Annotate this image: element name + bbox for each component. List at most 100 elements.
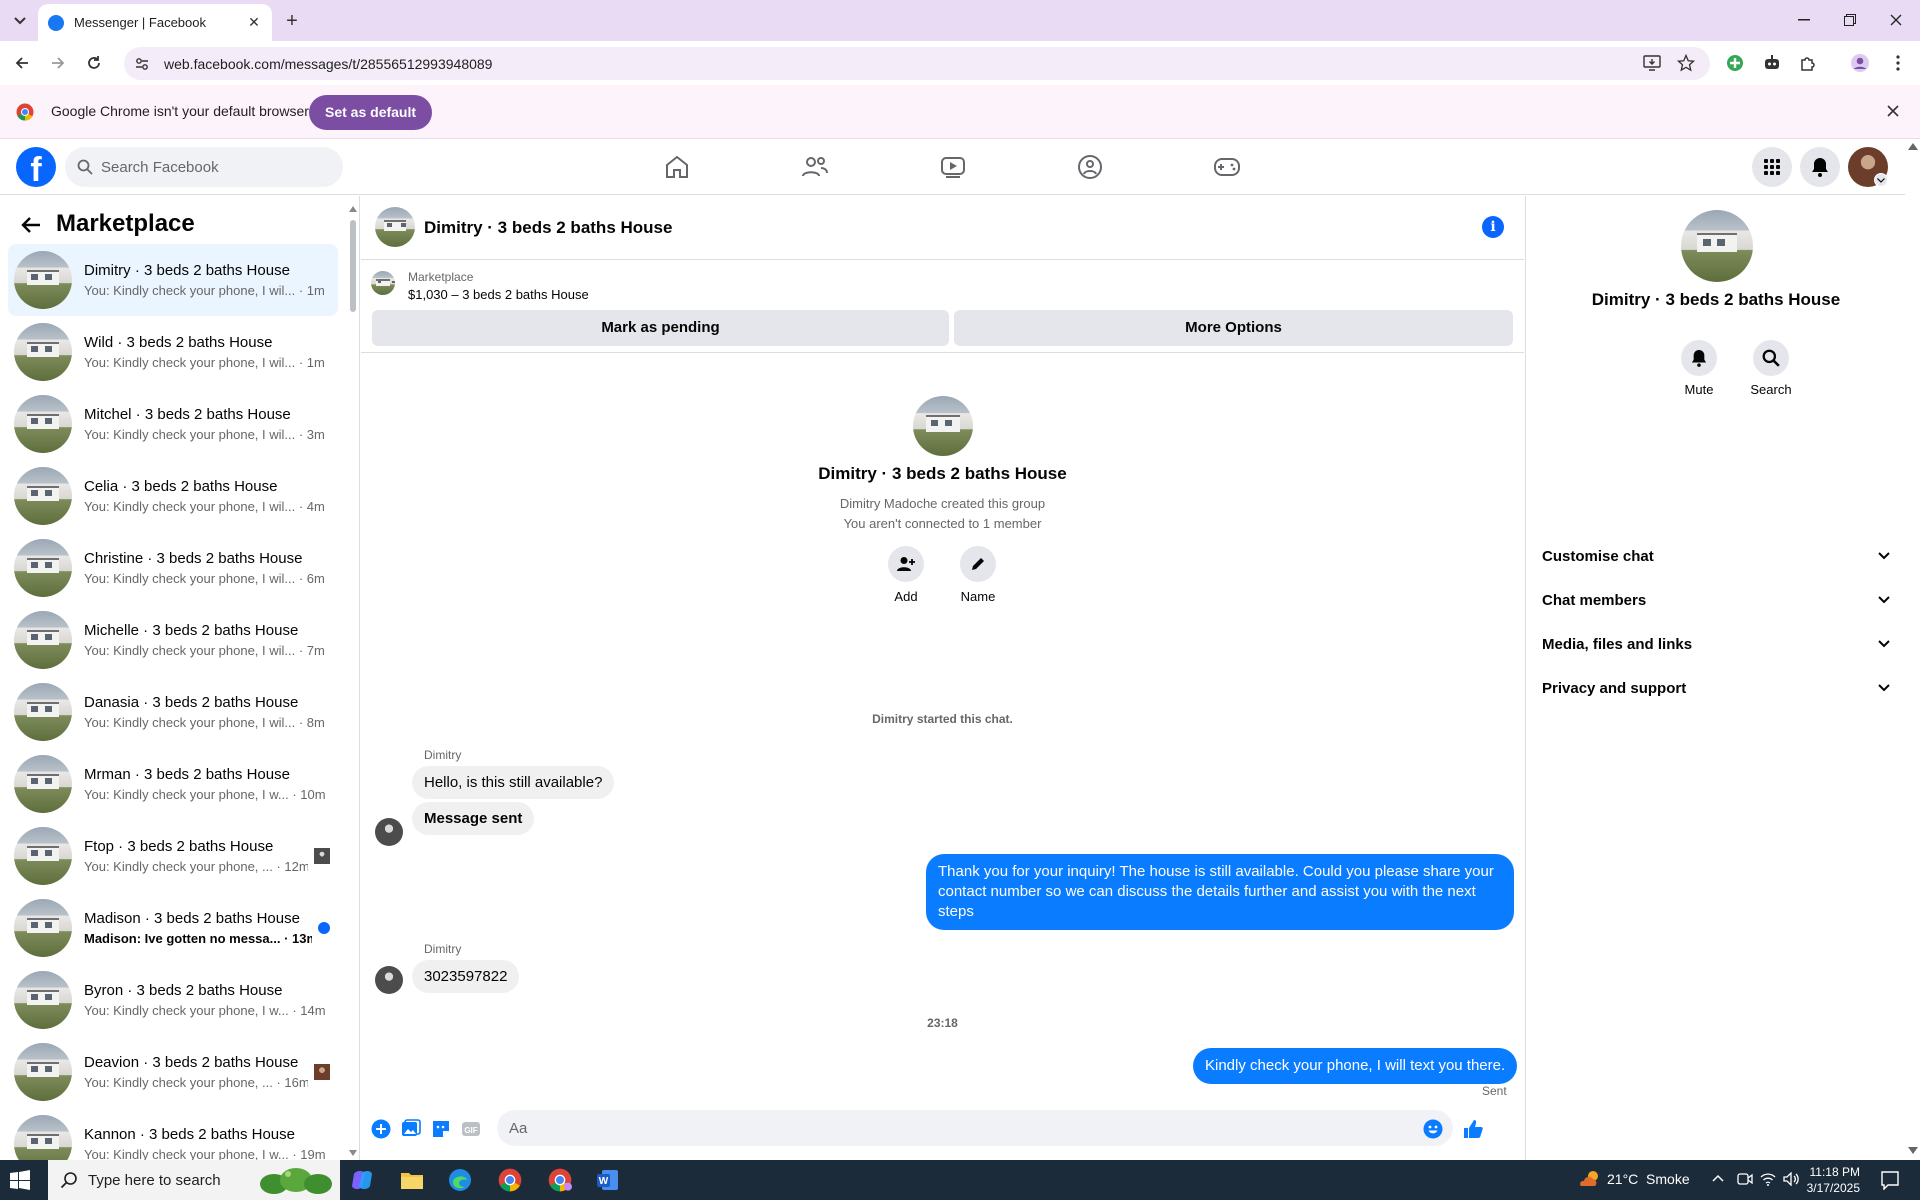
conversation-item[interactable]: Dimitry · 3 beds 2 baths House You: Kindl…: [8, 244, 338, 316]
conversation-item[interactable]: Wild · 3 beds 2 baths House You: Kindly c…: [8, 316, 338, 388]
back-icon[interactable]: [10, 51, 34, 75]
facebook-search-input[interactable]: Search Facebook: [65, 147, 343, 187]
details-section-toggle[interactable]: Customise chat: [1534, 534, 1898, 578]
video-nav-icon[interactable]: [898, 143, 1008, 191]
file-explorer-icon[interactable]: [392, 1164, 432, 1196]
conversation-avatar[interactable]: [1681, 210, 1753, 282]
search-in-conversation-button[interactable]: Search: [1741, 340, 1801, 397]
gif-icon[interactable]: GIF: [459, 1117, 483, 1141]
conversation-avatar: [14, 467, 72, 525]
incoming-message[interactable]: Hello, is this still available?: [412, 766, 615, 799]
conversation-item[interactable]: Mrman · 3 beds 2 baths House You: Kindly …: [8, 748, 338, 820]
conversation-item[interactable]: Danasia · 3 beds 2 baths House You: Kindl…: [8, 676, 338, 748]
profile-icon[interactable]: [1848, 51, 1872, 75]
details-section-toggle[interactable]: Privacy and support: [1534, 666, 1898, 710]
reload-icon[interactable]: [82, 51, 106, 75]
more-actions-plus-icon[interactable]: [369, 1117, 393, 1141]
close-window-icon[interactable]: [1882, 8, 1910, 32]
new-tab-button[interactable]: +: [280, 10, 304, 34]
conversation-item[interactable]: Celia · 3 beds 2 baths House You: Kindly …: [8, 460, 338, 532]
taskbar-search-box[interactable]: Type here to search: [48, 1160, 340, 1200]
set-as-default-button[interactable]: Set as default: [309, 95, 433, 130]
sender-avatar[interactable]: [375, 818, 403, 846]
conversation-info-icon[interactable]: i: [1482, 216, 1504, 238]
close-tab-icon[interactable]: ✕: [246, 14, 262, 31]
groups-nav-icon[interactable]: [1035, 143, 1145, 191]
add-member-button[interactable]: Add: [876, 546, 936, 604]
bookmark-star-icon[interactable]: [1674, 51, 1698, 75]
friends-nav-icon[interactable]: [760, 143, 870, 191]
browser-menu-icon[interactable]: [1886, 51, 1910, 75]
mark-as-pending-button[interactable]: Mark as pending: [372, 310, 949, 346]
conversation-item[interactable]: Byron · 3 beds 2 baths House You: Kindly …: [8, 964, 338, 1036]
sender-avatar[interactable]: [375, 966, 403, 994]
conversation-item[interactable]: Michelle · 3 beds 2 baths House You: Kind…: [8, 604, 338, 676]
back-arrow-icon[interactable]: [20, 214, 44, 238]
network-wifi-icon[interactable]: [1760, 1172, 1776, 1186]
weather-text[interactable]: 21°C Smoke: [1607, 1171, 1690, 1187]
notifications-bell-icon[interactable]: [1800, 147, 1840, 187]
home-nav-icon[interactable]: [622, 143, 732, 191]
forward-icon[interactable]: [46, 51, 70, 75]
mute-button[interactable]: Mute: [1669, 340, 1729, 397]
show-hidden-icons-chevron-icon[interactable]: [1712, 1174, 1724, 1182]
clock-date: 3/17/2025: [1806, 1181, 1860, 1195]
chrome-profile-app-icon[interactable]: [540, 1164, 580, 1196]
conversation-item[interactable]: Ftop · 3 beds 2 baths House You: Kindly c…: [8, 820, 338, 892]
rename-group-button[interactable]: Name: [948, 546, 1008, 604]
site-info-icon[interactable]: [134, 56, 150, 72]
sticker-icon[interactable]: [429, 1117, 453, 1141]
conversation-item[interactable]: Mitchel · 3 beds 2 baths House You: Kindl…: [8, 388, 338, 460]
attach-photo-icon[interactable]: [399, 1117, 423, 1141]
facebook-search-placeholder: Search Facebook: [101, 158, 219, 176]
incoming-message[interactable]: 3023597822: [412, 960, 520, 993]
tab-search-icon[interactable]: [8, 9, 32, 33]
listing-title[interactable]: $1,030 – 3 beds 2 baths House: [408, 287, 589, 302]
install-app-icon[interactable]: [1640, 51, 1664, 75]
conversation-name: Michelle · 3 beds 2 baths House: [84, 622, 299, 639]
edge-browser-icon[interactable]: [440, 1164, 480, 1196]
facebook-logo-icon[interactable]: f: [16, 147, 56, 187]
conversation-item[interactable]: Christine · 3 beds 2 baths House You: Kin…: [8, 532, 338, 604]
conversation-avatar: [14, 683, 72, 741]
page-scrollbar[interactable]: [1905, 139, 1920, 1160]
windows-start-icon[interactable]: [10, 1170, 30, 1190]
copilot-app-icon[interactable]: [342, 1164, 382, 1196]
weather-icon[interactable]: [1579, 1170, 1601, 1190]
close-infobar-icon[interactable]: [1886, 104, 1900, 118]
chevron-down-icon: [1878, 552, 1890, 560]
menu-grid-icon[interactable]: [1752, 147, 1792, 187]
conversation-name: Dimitry · 3 beds 2 baths House: [1591, 290, 1841, 309]
outgoing-message[interactable]: Thank you for your inquiry! The house is…: [926, 854, 1514, 930]
chrome-app-icon[interactable]: [490, 1164, 530, 1196]
conversation-item[interactable]: Deavion · 3 beds 2 baths House You: Kindl…: [8, 1036, 338, 1108]
taskbar-clock[interactable]: 11:18 PM 3/17/2025: [1790, 1164, 1860, 1196]
account-chevron-icon[interactable]: [1874, 173, 1888, 187]
extension-plus-icon[interactable]: [1723, 51, 1747, 75]
browser-tab[interactable]: Messenger | Facebook ✕: [38, 4, 272, 41]
address-bar[interactable]: web.facebook.com/messages/t/285565129939…: [124, 47, 1710, 80]
message-input[interactable]: [497, 1110, 1453, 1146]
details-section-toggle[interactable]: Media, files and links: [1534, 622, 1898, 666]
meet-now-icon[interactable]: [1737, 1172, 1753, 1186]
chat-header: Dimitry · 3 beds 2 baths House i: [361, 196, 1524, 260]
listing-thumbnail[interactable]: [371, 271, 395, 295]
incoming-message[interactable]: Message sent: [412, 802, 535, 835]
details-section-toggle[interactable]: Chat members: [1534, 578, 1898, 622]
emoji-icon[interactable]: [1421, 1117, 1445, 1141]
outgoing-message[interactable]: Kindly check your phone, I will text you…: [1193, 1048, 1518, 1084]
more-options-button[interactable]: More Options: [954, 310, 1513, 346]
chat-title[interactable]: Dimitry · 3 beds 2 baths House: [424, 218, 672, 238]
extension-robot-icon[interactable]: [1760, 51, 1784, 75]
sidebar-scrollbar[interactable]: [349, 206, 357, 1156]
extensions-puzzle-icon[interactable]: [1796, 51, 1820, 75]
notification-center-icon[interactable]: [1880, 1170, 1900, 1190]
conversation-name: Mrman · 3 beds 2 baths House: [84, 766, 290, 783]
thumbs-up-like-icon[interactable]: [1461, 1117, 1485, 1141]
restore-window-icon[interactable]: [1836, 8, 1864, 32]
gaming-nav-icon[interactable]: [1172, 143, 1282, 191]
chat-avatar[interactable]: [375, 207, 415, 247]
word-app-icon[interactable]: W: [588, 1164, 628, 1196]
conversation-item[interactable]: Madison · 3 beds 2 baths House Madison: I…: [8, 892, 338, 964]
minimize-window-icon[interactable]: [1790, 8, 1818, 32]
